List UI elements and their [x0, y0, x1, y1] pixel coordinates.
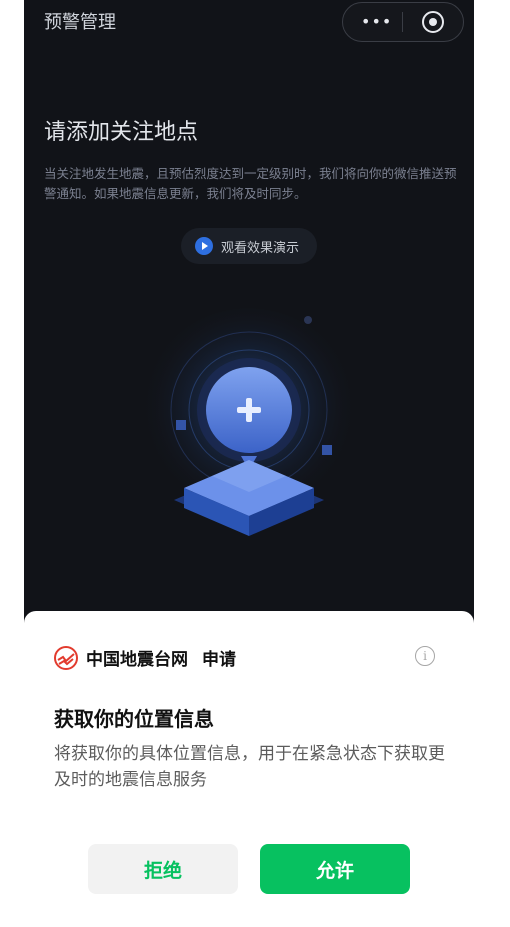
app-row: 中国地震台网 申请 — [54, 645, 236, 670]
permission-title: 获取你的位置信息 — [54, 707, 214, 731]
capsule-divider — [402, 12, 403, 32]
apply-label: 申请 — [202, 650, 236, 670]
permission-sheet: 中国地震台网 申请 i 获取你的位置信息 将获取你的具体位置信息，用于在紧急状态… — [24, 611, 474, 927]
app-name: 中国地震台网 — [86, 650, 188, 670]
close-target-icon[interactable] — [422, 11, 444, 33]
more-icon[interactable]: ••• — [361, 12, 392, 31]
permission-description: 将获取你的具体位置信息，用于在紧急状态下获取更及时的地震信息服务 — [54, 744, 445, 790]
play-icon — [195, 237, 213, 255]
seismic-network-logo — [54, 645, 78, 670]
page-title: 预警管理 — [44, 12, 116, 33]
watch-demo-button[interactable]: 观看效果演示 — [181, 228, 317, 264]
add-location-illustration[interactable] — [134, 300, 364, 560]
info-icon[interactable]: i — [415, 646, 435, 666]
allow-button[interactable]: 允许 — [260, 844, 410, 894]
menu-capsule: ••• — [342, 2, 464, 42]
watch-demo-label: 观看效果演示 — [221, 240, 300, 256]
deny-button[interactable]: 拒绝 — [88, 844, 238, 894]
add-location-heading: 请添加关注地点 — [44, 120, 199, 145]
alert-description: 当关注地发生地震，且预估烈度达到一定级别时，我们将向你的微信推送预警通知。如果地… — [44, 166, 457, 201]
